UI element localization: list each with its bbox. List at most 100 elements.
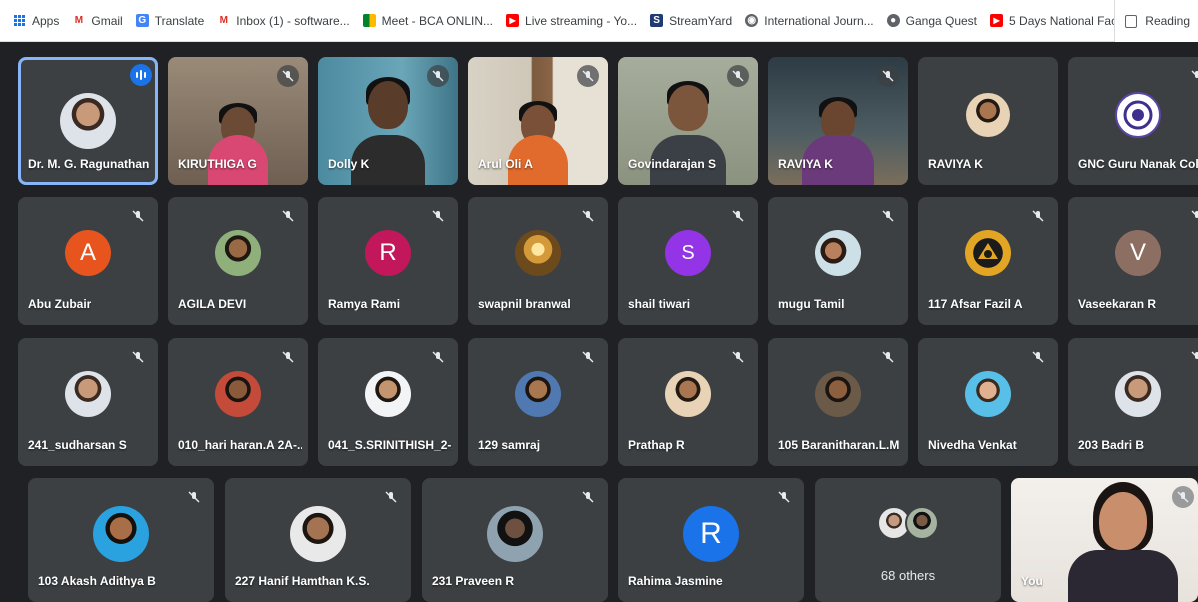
mic-off-icon <box>727 346 749 368</box>
bookmark-5-days-national[interactable]: ▶ 5 Days National Fac... <box>990 14 1127 28</box>
bookmark-streamyard[interactable]: S StreamYard <box>650 14 732 28</box>
participant-name: Prathap R <box>628 438 685 452</box>
participant-tile[interactable]: S shail tiwari <box>618 197 758 325</box>
participant-tile[interactable]: A Abu Zubair <box>18 197 158 325</box>
mic-off-icon <box>1186 346 1198 368</box>
avatar-initial: S <box>681 241 695 264</box>
participant-tile[interactable]: mugu Tamil <box>768 197 908 325</box>
participant-avatar <box>1115 92 1161 138</box>
bookmarks-bar: Apps M Gmail G Translate M Inbox (1) - s… <box>0 0 1198 42</box>
meet-icon <box>362 14 376 27</box>
bookmark-label: StreamYard <box>669 13 733 28</box>
avatar-initial: V <box>1129 239 1146 266</box>
participant-tile[interactable]: 010_hari haran.A 2A-... <box>168 338 308 466</box>
others-count: 68 others <box>880 568 936 583</box>
bookmark-ganga-quest[interactable]: ● Ganga Quest <box>886 14 977 28</box>
bookmark-label: 5 Days National Fac... <box>1009 13 1128 28</box>
participant-tile[interactable]: Dolly K <box>318 57 458 185</box>
participant-name: 203 Badri B <box>1078 438 1145 452</box>
participant-name: 105 Baranitharan.L.M <box>778 438 900 452</box>
participant-tile[interactable]: 203 Badri B <box>1068 338 1198 466</box>
participant-tile[interactable]: Nivedha Venkat <box>918 338 1058 466</box>
participant-tile[interactable]: V Vaseekaran R <box>1068 197 1198 325</box>
bookmark-inbox[interactable]: M Inbox (1) - software... <box>217 13 350 28</box>
participant-name: mugu Tamil <box>778 297 845 311</box>
mic-off-icon <box>1172 486 1194 508</box>
participant-name: Govindarajan S <box>628 157 717 171</box>
participant-avatar <box>93 506 149 562</box>
participant-avatar <box>665 371 711 417</box>
participant-name: shail tiwari <box>628 297 691 311</box>
participant-avatar <box>65 371 111 417</box>
bookmark-label: Live streaming - Yo... <box>525 13 638 28</box>
participant-avatar <box>515 371 561 417</box>
bookmark-label: Inbox (1) - software... <box>236 13 350 28</box>
participant-tile[interactable]: AGILA DEVI <box>168 197 308 325</box>
participant-tile[interactable]: R Ramya Rami <box>318 197 458 325</box>
participant-avatar <box>60 93 116 149</box>
bookmark-label: Meet - BCA ONLIN... <box>381 13 494 28</box>
participant-avatar <box>487 506 543 562</box>
reading-list-button[interactable]: Reading <box>1114 0 1198 42</box>
college-logo-icon <box>1123 100 1153 130</box>
participant-avatar <box>905 506 939 540</box>
participant-name: Dr. M. G. Ragunathan ... <box>28 157 152 171</box>
bookmark-live-streaming[interactable]: ▶ Live streaming - Yo... <box>506 14 637 28</box>
participant-tile[interactable]: RAVIYA K <box>918 57 1058 185</box>
participant-tile[interactable]: 105 Baranitharan.L.M <box>768 338 908 466</box>
youtube-icon: ▶ <box>990 14 1004 27</box>
afsar-logo-icon <box>978 243 998 259</box>
mic-off-icon <box>427 205 449 227</box>
mic-off-icon <box>1027 346 1049 368</box>
participant-name: Dolly K <box>328 157 370 171</box>
youtube-icon: ▶ <box>506 14 520 27</box>
bookmark-gmail[interactable]: M Gmail <box>72 14 123 28</box>
participant-tile[interactable]: 231 Praveen R <box>422 478 608 602</box>
participant-name: Arul Oli A <box>478 157 533 171</box>
bookmark-label: Translate <box>154 13 205 28</box>
streamyard-icon: S <box>650 14 664 27</box>
participant-tile[interactable]: 041_S.SRINITHISH_2-A <box>318 338 458 466</box>
participant-tile[interactable]: Govindarajan S <box>618 57 758 185</box>
participant-tile[interactable]: KIRUTHIGA G <box>168 57 308 185</box>
self-tile[interactable]: You <box>1011 478 1198 602</box>
participant-tile[interactable]: RAVIYA K <box>768 57 908 185</box>
participant-tile[interactable]: 117 Afsar Fazil A <box>918 197 1058 325</box>
reading-list-icon <box>1125 14 1138 28</box>
mic-off-icon <box>127 346 149 368</box>
participant-name: 103 Akash Adithya B <box>38 574 156 588</box>
mic-off-icon <box>277 205 299 227</box>
mic-off-icon <box>127 205 149 227</box>
participant-avatar <box>215 371 261 417</box>
participant-tile[interactable]: Prathap R <box>618 338 758 466</box>
mic-off-icon <box>427 65 449 87</box>
participant-name: AGILA DEVI <box>178 297 247 311</box>
bookmark-meet[interactable]: Meet - BCA ONLIN... <box>362 13 494 28</box>
avatar-initial: R <box>379 239 397 266</box>
participant-tile[interactable]: R Rahima Jasmine <box>618 478 804 602</box>
others-tile[interactable]: 68 others <box>815 478 1001 602</box>
others-avatars <box>877 506 939 540</box>
participant-tile[interactable]: swapnil branwal <box>468 197 608 325</box>
bookmark-translate[interactable]: G Translate <box>135 13 205 28</box>
participant-avatar <box>815 230 861 276</box>
participant-tile[interactable]: 227 Hanif Hamthan K.S. <box>225 478 411 602</box>
participant-tile[interactable]: 129 samraj <box>468 338 608 466</box>
mic-off-icon <box>577 346 599 368</box>
participant-name: 010_hari haran.A 2A-... <box>178 438 302 452</box>
reading-list-label: Reading <box>1145 14 1190 28</box>
participant-tile[interactable]: Dr. M. G. Ragunathan ... <box>18 57 158 185</box>
bookmark-international-journal[interactable]: ◉ International Journ... <box>745 14 874 28</box>
participant-avatar <box>215 230 261 276</box>
participant-tile[interactable]: Arul Oli A <box>468 57 608 185</box>
participant-tile[interactable]: 241_sudharsan S <box>18 338 158 466</box>
mic-off-icon <box>1027 205 1049 227</box>
mic-off-icon <box>727 205 749 227</box>
mic-off-icon <box>773 486 795 508</box>
participant-name: 117 Afsar Fazil A <box>928 297 1023 311</box>
participant-tile[interactable]: 103 Akash Adithya B <box>28 478 214 602</box>
bookmark-apps[interactable]: Apps <box>14 14 59 28</box>
participant-avatar <box>1115 371 1161 417</box>
participant-name: swapnil branwal <box>478 297 571 311</box>
participant-tile[interactable]: GNC Guru Nanak Col... <box>1068 57 1198 185</box>
